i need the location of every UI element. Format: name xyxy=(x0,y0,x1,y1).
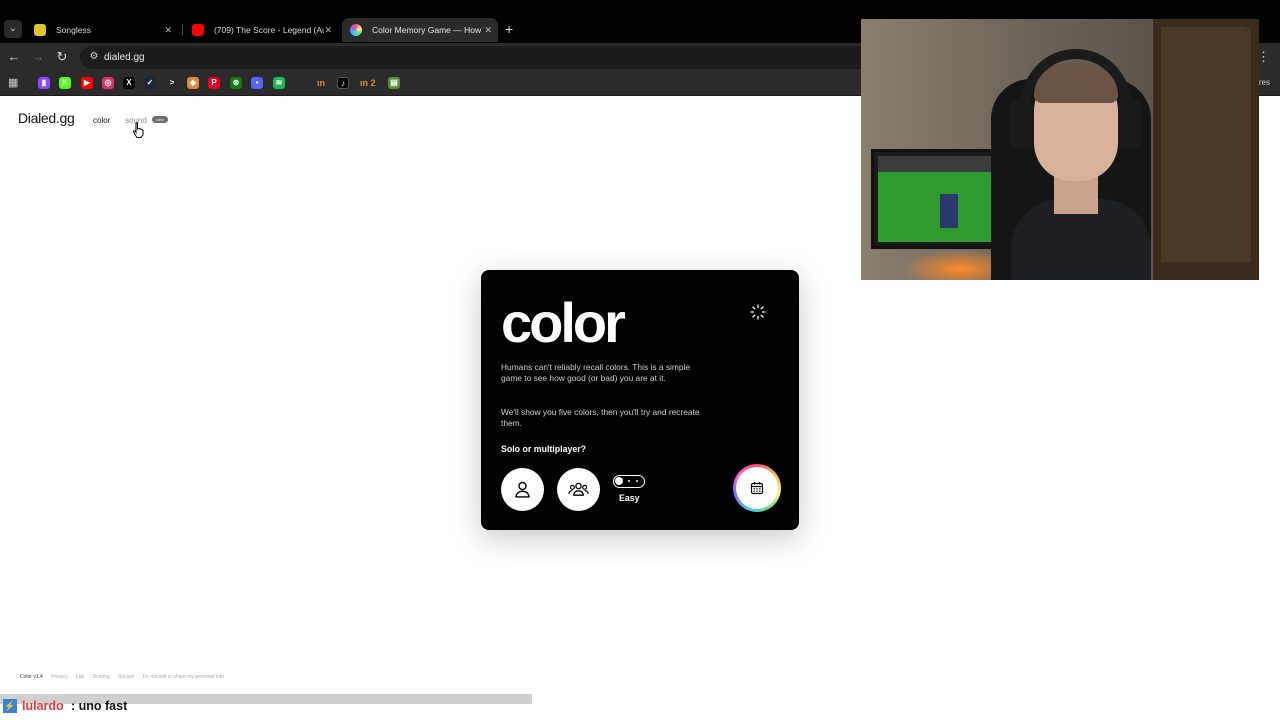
difficulty-toggle[interactable] xyxy=(613,475,645,488)
site-settings-icon[interactable]: ⚙ xyxy=(87,50,101,64)
site-logo[interactable]: Dialed.gg xyxy=(18,110,75,126)
multiplayer-mode-button[interactable] xyxy=(557,468,600,511)
card-title: color xyxy=(501,291,626,354)
apps-grid-icon[interactable]: ▦ xyxy=(8,77,20,89)
close-icon[interactable]: ✕ xyxy=(324,18,332,42)
tab-color-memory-game[interactable]: Color Memory Game — How W ✕ xyxy=(342,18,498,42)
color-game-card: color Humans can't reliably recall color… xyxy=(481,270,799,530)
youtube-icon[interactable]: ▶ xyxy=(81,77,93,89)
forward-arrow-icon[interactable]: → xyxy=(28,47,48,67)
tab-label: Songless xyxy=(56,25,91,35)
tab-search-button[interactable]: ⌄ xyxy=(4,20,22,38)
back-arrow-icon[interactable]: ← xyxy=(4,47,24,67)
close-icon[interactable]: ✕ xyxy=(484,18,492,42)
loading-spinner-icon xyxy=(750,304,766,320)
discord-icon[interactable]: ▪ xyxy=(251,77,263,89)
footer-link-lab[interactable]: Lab xyxy=(76,673,84,681)
chat-message-overlay: ⚡ lulardo : uno fast xyxy=(0,697,1280,720)
chat-message-text: : uno fast xyxy=(71,699,128,713)
gift-icon[interactable]: ◆ xyxy=(187,77,199,89)
solo-mode-button[interactable] xyxy=(501,468,544,511)
daily-challenge-button[interactable] xyxy=(736,467,778,509)
kick-icon[interactable]: K xyxy=(59,77,71,89)
new-tab-button[interactable]: + xyxy=(505,20,513,38)
tiktok-icon[interactable]: ♪ xyxy=(337,77,349,89)
tab-label: (709) The Score - Legend (Audi xyxy=(214,25,324,35)
dialed-favicon-icon xyxy=(350,24,362,36)
new-badge: new xyxy=(152,116,168,123)
hand-cursor-icon xyxy=(132,122,144,138)
footer-link-socials[interactable]: Socials xyxy=(118,673,134,681)
toggle-knob xyxy=(615,477,623,485)
instagram-icon[interactable]: ◎ xyxy=(102,77,114,89)
difficulty-label: Easy xyxy=(619,493,640,503)
twitch-icon[interactable]: ▮ xyxy=(38,77,50,89)
footer-link-do-not-sell[interactable]: Do not sell or share my personal info xyxy=(143,673,224,681)
site-footer: Color v1.4 Privacy Lab Scoring Socials D… xyxy=(20,673,231,681)
url-text[interactable]: dialed.gg xyxy=(104,46,145,69)
footer-link-scoring[interactable]: Scoring xyxy=(93,673,110,681)
headset-left-cup xyxy=(1009,99,1033,149)
close-icon: ✕ xyxy=(1243,23,1253,35)
tab-youtube[interactable]: (709) The Score - Legend (Audi ✕ xyxy=(184,18,338,42)
chat-username: lulardo xyxy=(22,699,64,713)
mode-question: Solo or multiplayer? xyxy=(501,444,587,454)
card-description-rules: We'll show you five colors, then you'll … xyxy=(501,407,700,428)
tab-songless[interactable]: Songless ✕ xyxy=(26,18,178,42)
webcam-door-panel xyxy=(1161,27,1251,262)
youtube-favicon-icon xyxy=(192,24,204,36)
headset-right-cup xyxy=(1118,99,1142,149)
bookmarks-overflow[interactable]: res xyxy=(1259,77,1270,89)
chat-badge-icon: ⚡ xyxy=(3,699,17,713)
steam-icon[interactable]: ✓ xyxy=(144,77,156,89)
footer-version: Color v1.4 xyxy=(20,674,43,680)
nav-link-color[interactable]: color xyxy=(93,116,110,125)
xbox-icon[interactable]: ⊗ xyxy=(230,77,242,89)
toggle-step-dot xyxy=(628,480,630,482)
group-users-icon xyxy=(568,482,589,496)
headset-band-icon xyxy=(1021,49,1131,149)
prompt-icon[interactable]: > xyxy=(166,77,178,89)
bookmark-linkedin-text[interactable]: ın xyxy=(317,77,325,89)
close-icon[interactable]: ✕ xyxy=(164,18,172,42)
bookmark-linkedin-2-text[interactable]: ın 2 xyxy=(360,77,376,89)
x-icon[interactable]: X xyxy=(123,77,135,89)
single-user-icon xyxy=(515,481,530,498)
address-bar[interactable]: ⚙ dialed.gg xyxy=(80,46,880,69)
folder-icon[interactable]: ▤ xyxy=(388,77,400,89)
spotify-icon[interactable]: ≋ xyxy=(273,77,285,89)
songless-favicon-icon xyxy=(34,24,46,36)
daily-challenge-ring[interactable] xyxy=(733,464,781,512)
webcam-overlay: ✕ xyxy=(861,19,1259,280)
footer-link-privacy[interactable]: Privacy xyxy=(51,673,67,681)
calendar-icon xyxy=(750,482,764,495)
pinterest-icon[interactable]: P xyxy=(208,77,220,89)
tab-label: Color Memory Game — How W xyxy=(372,25,484,35)
toggle-step-dot xyxy=(636,480,638,482)
card-description-intro: Humans can't reliably recall colors. Thi… xyxy=(501,362,691,383)
tab-divider xyxy=(182,24,183,36)
webcam-tv-figure xyxy=(940,194,958,228)
reload-icon[interactable]: ↻ xyxy=(52,47,72,67)
